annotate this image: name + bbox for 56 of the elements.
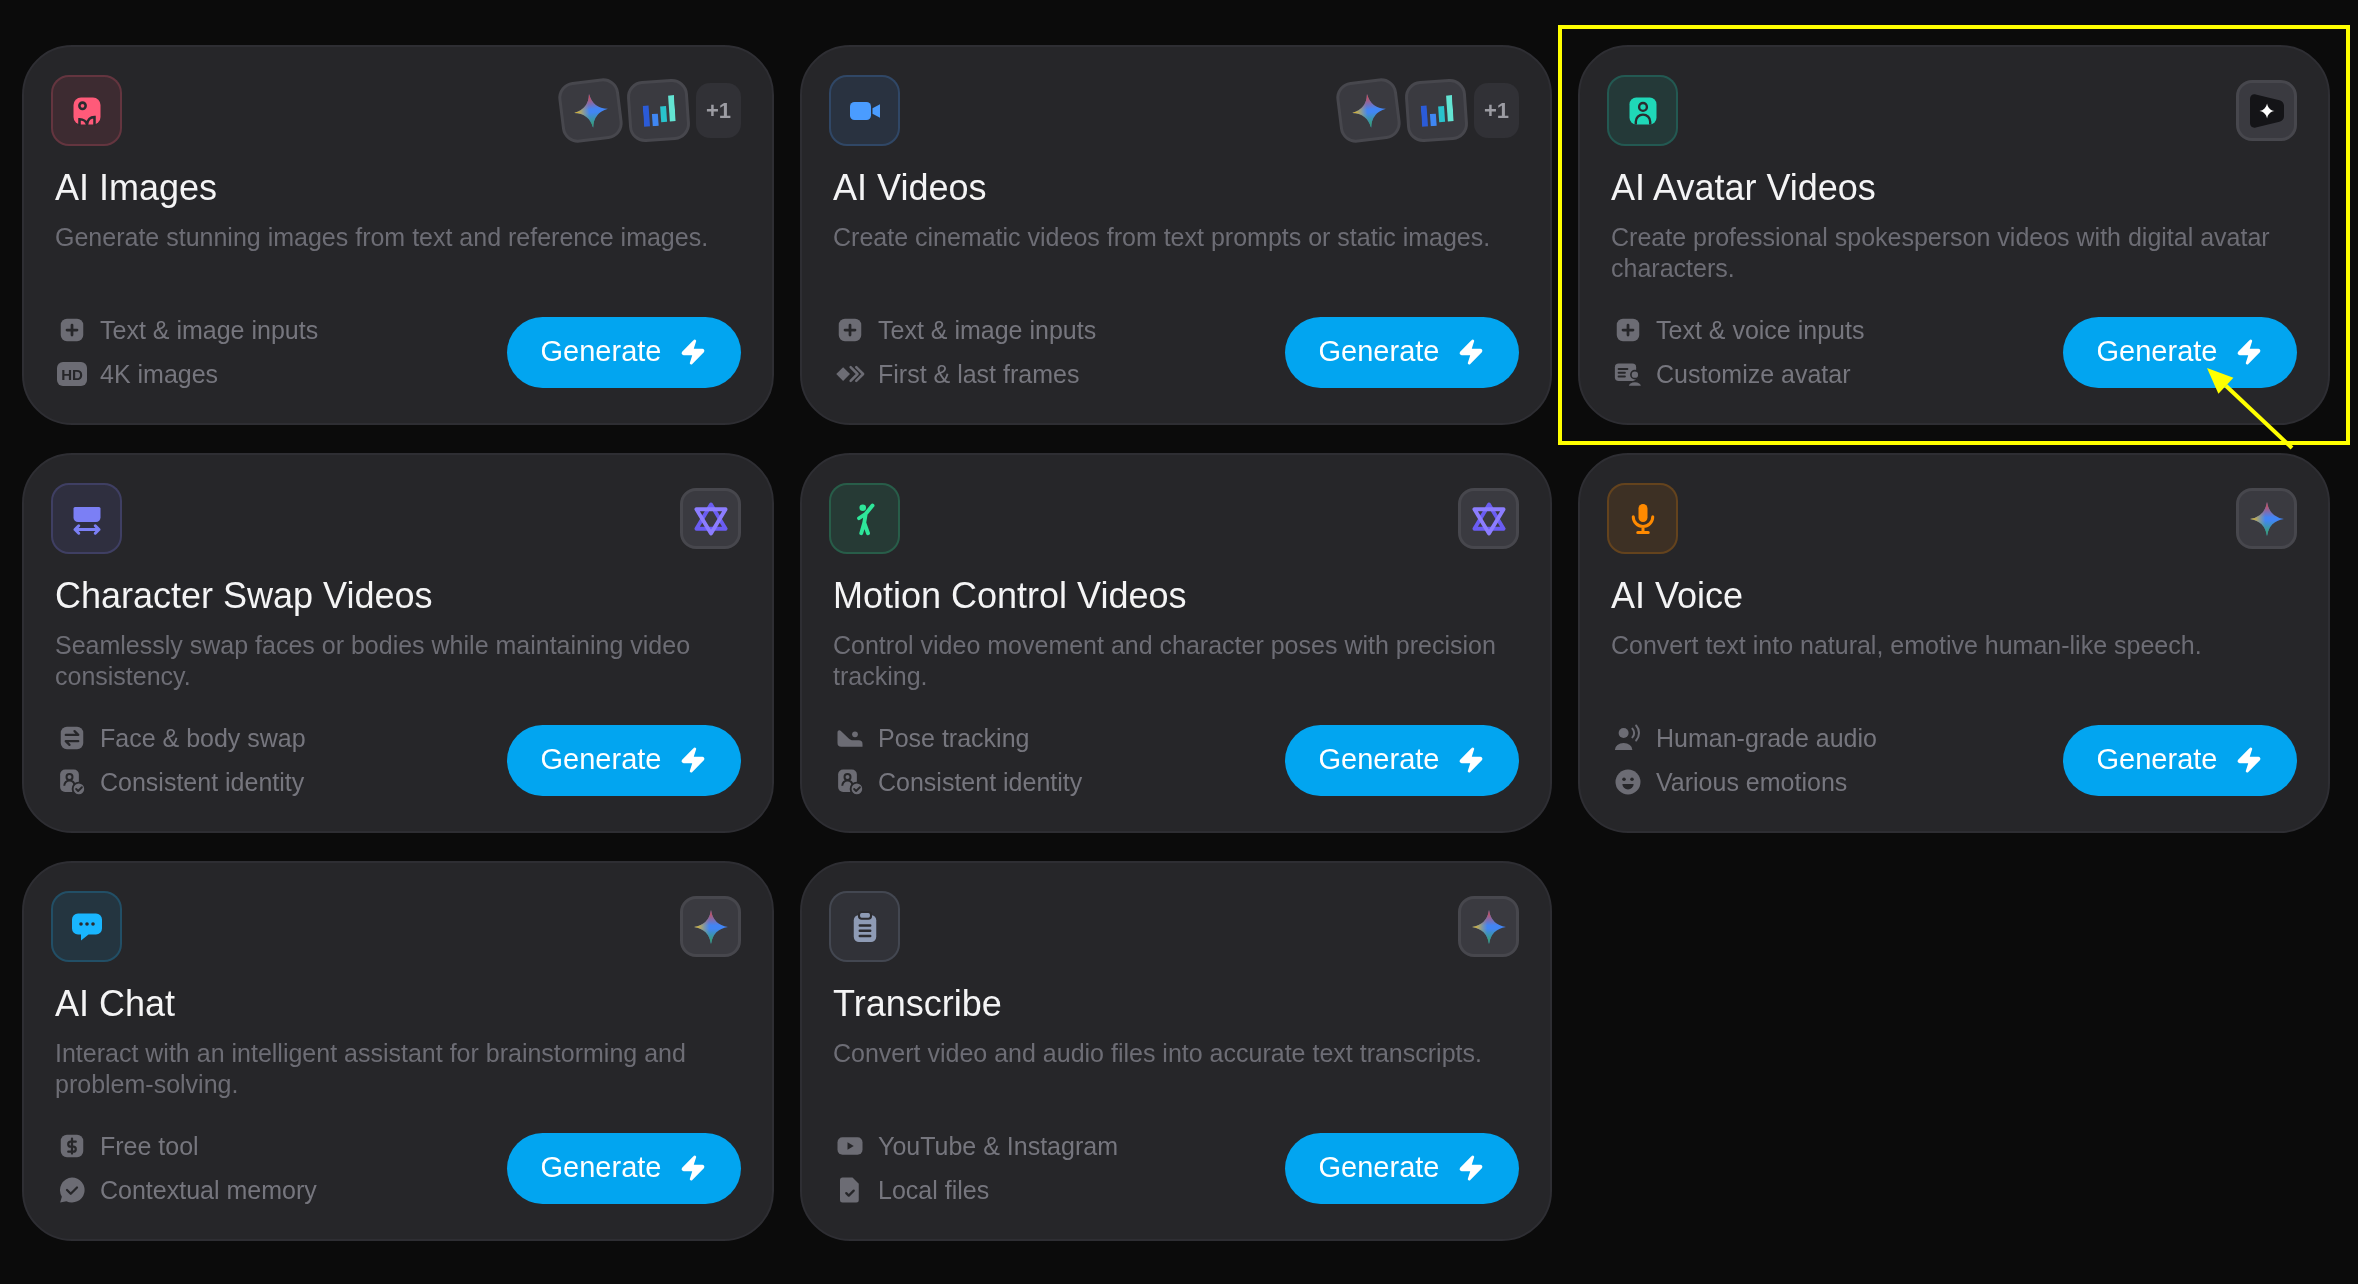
bar-chart-icon xyxy=(625,77,691,144)
feature-label: Pose tracking xyxy=(878,723,1030,754)
card-description: Convert video and audio files into accurate text transcripts. xyxy=(833,1038,1483,1069)
person-check-icon xyxy=(835,767,865,797)
card-title: AI Images xyxy=(55,166,219,209)
card-description: Interact with an intelligent assistant for brainstorming and problem-solving. xyxy=(55,1038,687,1100)
card-title: AI Voice xyxy=(1611,574,1745,617)
feature-label: YouTube & Instagram xyxy=(878,1131,1118,1162)
feature-label: Human-grade audio xyxy=(1656,723,1877,754)
generate-button[interactable]: Generate xyxy=(507,316,741,388)
card-description: Create cinematic videos from text prompts or static images. xyxy=(833,222,1492,253)
sparkle-icon xyxy=(1458,896,1519,957)
card-description: Create professional spokesperson videos with digital avatar characters. xyxy=(1611,222,2271,284)
feature-label: Face & body swap xyxy=(100,723,306,754)
card-title: Transcribe xyxy=(833,982,1003,1025)
speaking-person-icon xyxy=(1613,723,1643,753)
feature-label: Consistent identity xyxy=(100,767,305,798)
feature-label: First & last frames xyxy=(878,359,1080,390)
sparkle-icon xyxy=(2236,488,2297,549)
hexagram-icon xyxy=(680,488,741,549)
hd-badge: HD xyxy=(57,362,87,386)
feature-label: Contextual memory xyxy=(100,1175,317,1206)
sparkle-icon xyxy=(2236,80,2297,141)
feature-label: Text & image inputs xyxy=(878,315,1097,346)
model-count-badge: +1 xyxy=(695,83,741,138)
card-description: Seamlessly swap faces or bodies while maintaining video consistency. xyxy=(55,630,692,692)
sparkle-icon xyxy=(680,896,741,957)
feature-label: 4K images xyxy=(100,359,219,390)
card-title: AI Chat xyxy=(55,982,177,1025)
generate-button[interactable]: Generate xyxy=(507,1132,741,1204)
person-check-icon xyxy=(57,767,87,797)
feature-label: Local files xyxy=(878,1175,990,1206)
model-count-badge: +1 xyxy=(1473,83,1519,138)
feature-label: Free tool xyxy=(100,1131,199,1162)
card-title: Motion Control Videos xyxy=(833,574,1188,617)
generate-button[interactable]: Generate xyxy=(1285,724,1519,796)
card-title: Character Swap Videos xyxy=(55,574,434,617)
card-title: AI Videos xyxy=(833,166,988,209)
card-description: Control video movement and character poses with precision tracking. xyxy=(833,630,1497,692)
card-description: Generate stunning images from text and reference images. xyxy=(55,222,710,253)
generate-button[interactable]: Generate xyxy=(2063,724,2297,796)
chat-check-icon xyxy=(57,1175,87,1205)
generate-button[interactable]: Generate xyxy=(507,724,741,796)
feature-label: Customize avatar xyxy=(1656,359,1851,390)
generate-button[interactable]: Generate xyxy=(1285,316,1519,388)
hexagram-icon xyxy=(1458,488,1519,549)
bar-chart-icon xyxy=(1403,77,1469,144)
generate-button[interactable]: Generate xyxy=(1285,1132,1519,1204)
generate-button[interactable]: Generate xyxy=(2063,316,2297,388)
feature-label: Consistent identity xyxy=(878,767,1083,798)
feature-label: Various emotions xyxy=(1656,767,1848,798)
card-description: Convert text into natural, emotive human-like speech. xyxy=(1611,630,2203,661)
card-title: AI Avatar Videos xyxy=(1611,166,1877,209)
smiley-icon xyxy=(1613,767,1643,797)
feature-label: Text & voice inputs xyxy=(1656,315,1865,346)
feature-label: Text & image inputs xyxy=(100,315,319,346)
